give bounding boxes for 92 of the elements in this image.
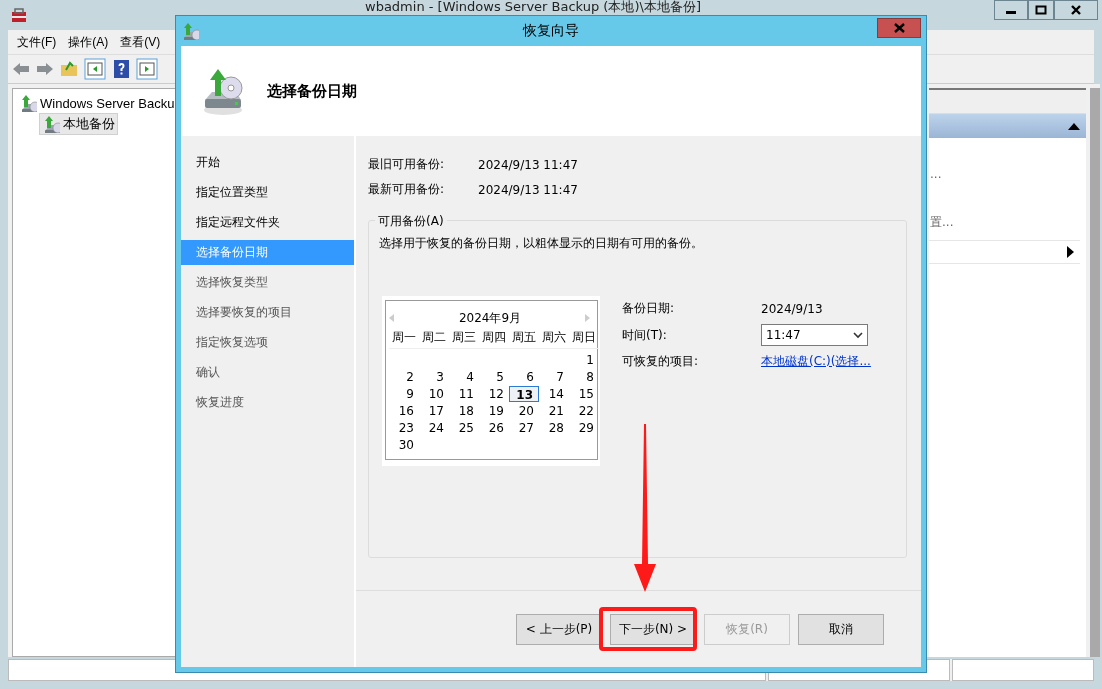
calendar-day[interactable]: 18 [449, 403, 479, 419]
backup-icon [181, 22, 199, 40]
month-label: 2024年9月 [458, 309, 522, 327]
menu-item[interactable]: 操作(A) [63, 31, 114, 53]
maximize-button[interactable] [1028, 0, 1054, 20]
close-button[interactable] [1054, 0, 1098, 20]
calendar-day[interactable]: 4 [449, 369, 479, 385]
calendar-day[interactable]: 13 [509, 386, 539, 402]
backup-icon [42, 115, 60, 133]
collapse-icon [1068, 122, 1080, 130]
calendar-day[interactable]: 23 [389, 420, 419, 436]
minimize-button[interactable] [994, 0, 1028, 20]
calendar-day[interactable]: 12 [479, 386, 509, 402]
wizard-step: 指定恢复选项 [181, 330, 354, 355]
calendar-day[interactable]: 24 [419, 420, 449, 436]
maximize-icon [1035, 5, 1047, 15]
window-title: wbadmin - [Windows Server Backup (本地)\本地备份] [365, 0, 701, 14]
wizard-button[interactable]: 取消 [798, 613, 884, 645]
calendar-day[interactable]: 14 [539, 386, 569, 402]
dialog-title: 恢复向导 [521, 22, 580, 40]
action-item[interactable]: ... [929, 162, 942, 186]
panel-icon[interactable] [84, 58, 106, 80]
calendar-day[interactable]: 1 [569, 352, 599, 368]
action-item[interactable]: 置... [929, 210, 954, 234]
weekday-label: 周一 [389, 329, 419, 349]
wizard-step: 选择备份日期 [181, 240, 354, 265]
calendar-day[interactable]: 20 [509, 403, 539, 419]
calendar-day[interactable]: 16 [389, 403, 419, 419]
menu-item[interactable]: 查看(V) [115, 31, 166, 53]
instruction-text: 选择用于恢复的备份日期，以粗体显示的日期有可用的备份。 [379, 235, 704, 252]
wizard-step: 恢复进度 [181, 390, 354, 415]
wizard-step: 选择恢复类型 [181, 270, 354, 295]
wizard-step: 开始 [181, 150, 354, 175]
items-link[interactable]: 本地磁盘(C:)(选择... [761, 353, 868, 370]
calendar-day[interactable]: 10 [419, 386, 449, 402]
field-label: 可恢复的项目: [622, 353, 700, 370]
menu-item[interactable]: 文件(F) [12, 31, 62, 53]
field-value: 2024/9/13 11:47 [478, 182, 578, 197]
calendar-day[interactable]: 17 [419, 403, 449, 419]
field-label: 最旧可用备份: [368, 156, 446, 173]
weekday-label: 周二 [419, 329, 449, 349]
close-icon [1070, 5, 1082, 15]
calendar-day[interactable]: 11 [449, 386, 479, 402]
back-arrow-icon[interactable] [12, 60, 30, 78]
wizard-button[interactable]: < 上一步(P) [516, 613, 602, 645]
calendar-day[interactable]: 15 [569, 386, 599, 402]
calendar-day[interactable]: 28 [539, 420, 569, 436]
wizard-step: 指定位置类型 [181, 180, 354, 205]
field-label: 最新可用备份: [368, 181, 446, 198]
toolbox-icon [10, 6, 28, 24]
submenu-arrow-icon[interactable] [1067, 246, 1074, 258]
calendar-day[interactable]: 19 [479, 403, 509, 419]
calendar-day[interactable]: 26 [479, 420, 509, 436]
help-icon[interactable] [112, 59, 130, 79]
tree-item[interactable]: Windows Server Backu [17, 93, 177, 113]
wizard-step: 指定远程文件夹 [181, 210, 354, 235]
close-icon [893, 23, 905, 33]
weekday-label: 周六 [539, 329, 569, 349]
calendar-day[interactable]: 2 [389, 369, 419, 385]
wizard-button[interactable]: 下一步(N) > [610, 613, 696, 645]
tree-item[interactable]: 本地备份 [39, 113, 118, 135]
field-label: 备份日期: [622, 300, 676, 317]
scrollbar[interactable] [1090, 88, 1100, 657]
weekday-label: 周三 [449, 329, 479, 349]
field-value: 2024/9/13 11:47 [478, 157, 578, 172]
folder-up-icon[interactable] [60, 60, 78, 78]
backup-icon [19, 94, 37, 112]
calendar-day[interactable]: 7 [539, 369, 569, 385]
time-dropdown[interactable]: 11:47 [761, 324, 868, 346]
calendar-day[interactable]: 29 [569, 420, 599, 436]
wizard-step: 确认 [181, 360, 354, 385]
page-heading: 选择备份日期 [267, 81, 357, 101]
calendar-day[interactable]: 27 [509, 420, 539, 436]
panel-icon[interactable] [136, 58, 158, 80]
calendar-day[interactable]: 8 [569, 369, 599, 385]
chevron-down-icon [853, 331, 863, 339]
wizard-step: 选择要恢复的项目 [181, 300, 354, 325]
calendar-day[interactable]: 30 [389, 437, 419, 453]
calendar-day[interactable]: 21 [539, 403, 569, 419]
calendar-day[interactable]: 9 [389, 386, 419, 402]
calendar-day[interactable]: 3 [419, 369, 449, 385]
weekday-label: 周四 [479, 329, 509, 349]
field-label: 时间(T): [622, 326, 668, 344]
calendar-day[interactable]: 6 [509, 369, 539, 385]
calendar-day[interactable]: 5 [479, 369, 509, 385]
calendar-day[interactable]: 22 [569, 403, 599, 419]
calendar-day[interactable]: 25 [449, 420, 479, 436]
forward-arrow-icon[interactable] [36, 60, 54, 78]
weekday-label: 周五 [509, 329, 539, 349]
weekday-label: 周日 [569, 329, 599, 349]
field-value: 2024/9/13 [761, 301, 824, 316]
group-label: 可用备份(A) [375, 213, 447, 230]
